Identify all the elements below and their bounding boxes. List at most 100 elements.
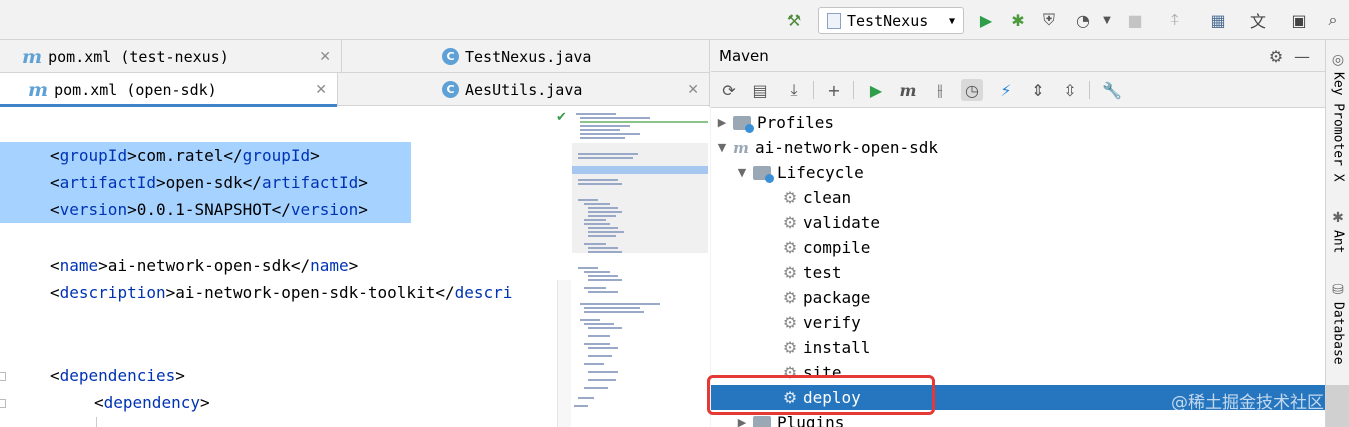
fold-marker-icon[interactable] (0, 372, 6, 381)
tab-pom-test-nexus[interactable]: m pom.xml (test-nexus) ✕ (0, 40, 342, 73)
presentation-icon[interactable]: ▣ (1288, 9, 1310, 31)
check-inspection-icon[interactable]: ✔ (556, 110, 567, 125)
debug-bug-icon[interactable]: ✱ (1007, 9, 1029, 31)
gear-icon: ⚙ (782, 263, 798, 282)
generate-sources-icon[interactable]: ▤ (749, 79, 771, 101)
tab-label: pom.xml (test-nexus) (48, 47, 229, 66)
chevron-down-icon: ▼ (948, 16, 955, 27)
tab-testnexus-java[interactable]: C TestNexus.java (342, 40, 710, 73)
build-hammer-icon[interactable]: ⚒ (783, 9, 805, 31)
maven-icon: m (28, 78, 49, 101)
key-promoter-x-tool[interactable]: ◎ Key Promoter X (1326, 52, 1349, 182)
stop-icon[interactable]: ■ (1124, 9, 1146, 31)
tab-pom-open-sdk[interactable]: m pom.xml (open-sdk) ✕ (0, 73, 338, 107)
run-config-icon (827, 12, 841, 29)
maven-title: Maven (719, 47, 769, 65)
maven-panel: Maven ⚙ — ⟳ ▤ ⤓ + ▶ m ⫲ ◷ ⚡ ⇕ ⇳ 🔧 ▶ Prof… (707, 40, 1325, 427)
maven-tool-tab[interactable] (1326, 385, 1349, 427)
code-line: <version>0.0.1-SNAPSHOT</version> (0, 196, 411, 223)
ide-window: ⚒ TestNexus ▼ ▶ ✱ ⛨ ◔ ▼ ■ ⍏ ▦ 文 ▣ ⌕ m po… (0, 0, 1349, 427)
maven-project-icon: m (733, 138, 749, 157)
expand-all-icon[interactable]: ⇕ (1027, 79, 1049, 101)
tree-node-profiles[interactable]: ▶ Profiles (711, 110, 1325, 135)
toolbar-separator (813, 81, 814, 99)
lifecycle-goal-validate[interactable]: ⚙ validate (711, 210, 1325, 235)
chevron-down-icon[interactable]: ▼ (711, 141, 733, 154)
tree-node-lifecycle[interactable]: ▼ Lifecycle (711, 160, 1325, 185)
close-icon[interactable]: ✕ (319, 49, 331, 65)
reload-icon[interactable]: ⟳ (718, 79, 740, 101)
gear-icon: ⚙ (782, 313, 798, 332)
search-icon[interactable]: ⌕ (1322, 9, 1344, 31)
watermark-text: @稀土掘金技术社区 (1171, 393, 1324, 413)
code-line: <dependencies> (50, 366, 185, 385)
translate-icon[interactable]: 文 (1247, 9, 1269, 31)
database-tool[interactable]: ⛁ Database (1326, 282, 1349, 365)
ant-tool[interactable]: ✱ Ant (1326, 210, 1349, 253)
code-line: <name>ai-network-open-sdk</name> (50, 256, 359, 275)
main-toolbar: ⚒ TestNexus ▼ ▶ ✱ ⛨ ◔ ▼ ■ ⍏ ▦ 文 ▣ ⌕ (0, 0, 1349, 40)
toolbar-separator (1089, 81, 1090, 99)
folder-icon (733, 115, 754, 133)
minimap-selection (572, 166, 708, 174)
toolbar-separator (853, 81, 854, 99)
run-icon[interactable]: ▶ (975, 9, 997, 31)
lifecycle-goal-verify[interactable]: ⚙ verify (711, 310, 1325, 335)
gear-icon: ⚙ (782, 288, 798, 307)
lifecycle-goal-compile[interactable]: ⚙ compile (711, 235, 1325, 260)
attach-icon[interactable]: ⍏ (1164, 9, 1186, 31)
run-icon[interactable]: ▶ (865, 79, 887, 101)
code-line: <artifactId>open-sdk</artifactId> (0, 169, 411, 196)
code-editor[interactable]: <groupId>com.ratel</groupId> <artifactId… (0, 107, 572, 427)
key-promoter-icon: ◎ (1331, 52, 1345, 68)
gear-icon: ⚙ (782, 213, 798, 232)
database-icon: ⛁ (1332, 282, 1344, 298)
code-minimap[interactable] (572, 107, 710, 427)
close-icon[interactable]: ✕ (315, 82, 327, 98)
gear-icon[interactable]: ⚙ (1265, 45, 1287, 67)
chevron-right-icon[interactable]: ▶ (711, 116, 733, 129)
maven-icon: m (22, 45, 43, 68)
tab-aesutils-java[interactable]: C AesUtils.java ✕ (338, 73, 710, 106)
toggle-offline-icon[interactable]: ⫲ (929, 79, 951, 101)
execute-goal-icon[interactable]: m (897, 79, 919, 101)
fold-marker-icon[interactable] (0, 399, 6, 408)
editor-area: m pom.xml (test-nexus) ✕ C TestNexus.jav… (0, 40, 710, 427)
skip-tests-icon[interactable]: ◷ (961, 79, 983, 101)
download-icon[interactable]: ⤓ (783, 79, 805, 101)
close-icon[interactable]: ✕ (687, 82, 699, 98)
profiler-icon[interactable]: ◔ (1072, 9, 1094, 31)
gear-icon: ⚙ (782, 338, 798, 357)
editor-tab-row: m pom.xml (open-sdk) ✕ C AesUtils.java ✕ (0, 73, 710, 107)
lifecycle-goal-install[interactable]: ⚙ install (711, 335, 1325, 360)
code-line: <description>ai-network-open-sdk-toolkit… (50, 283, 513, 302)
lifecycle-goal-test[interactable]: ⚙ test (711, 260, 1325, 285)
run-configuration-select[interactable]: TestNexus ▼ (818, 7, 964, 34)
run-config-label: TestNexus (847, 11, 929, 30)
collapse-all-icon[interactable]: ⇳ (1059, 79, 1081, 101)
code-line: <dependency> (94, 393, 210, 412)
minimize-icon[interactable]: — (1291, 45, 1313, 67)
coverage-shield-icon[interactable]: ⛨ (1038, 9, 1060, 31)
project-structure-icon[interactable]: ▦ (1207, 9, 1229, 31)
tree-node-project[interactable]: ▼ m ai-network-open-sdk (711, 135, 1325, 160)
folder-icon (753, 165, 774, 183)
indent-guide (96, 417, 97, 427)
chevron-down-icon[interactable]: ▼ (731, 166, 753, 179)
class-icon: C (442, 81, 459, 98)
right-tool-strip: ◎ Key Promoter X ✱ Ant ⛁ Database (1325, 40, 1349, 427)
editor-scrollbar[interactable] (557, 280, 571, 427)
maven-toolbar: ⟳ ▤ ⤓ + ▶ m ⫲ ◷ ⚡ ⇕ ⇳ 🔧 (711, 72, 1325, 108)
ant-icon: ✱ (1332, 210, 1344, 226)
tab-label: pom.xml (open-sdk) (54, 80, 217, 99)
lifecycle-goal-clean[interactable]: ⚙ clean (711, 185, 1325, 210)
wrench-icon[interactable]: 🔧 (1101, 79, 1123, 101)
chevron-down-icon[interactable]: ▼ (1096, 9, 1118, 31)
tab-label: TestNexus.java (465, 47, 592, 66)
show-dependencies-icon[interactable]: ⚡ (995, 79, 1017, 101)
tab-label: AesUtils.java (465, 80, 583, 99)
deploy-highlight-annotation (707, 375, 935, 415)
lifecycle-goal-package[interactable]: ⚙ package (711, 285, 1325, 310)
add-icon[interactable]: + (823, 79, 845, 101)
chevron-right-icon[interactable]: ▶ (731, 416, 753, 427)
